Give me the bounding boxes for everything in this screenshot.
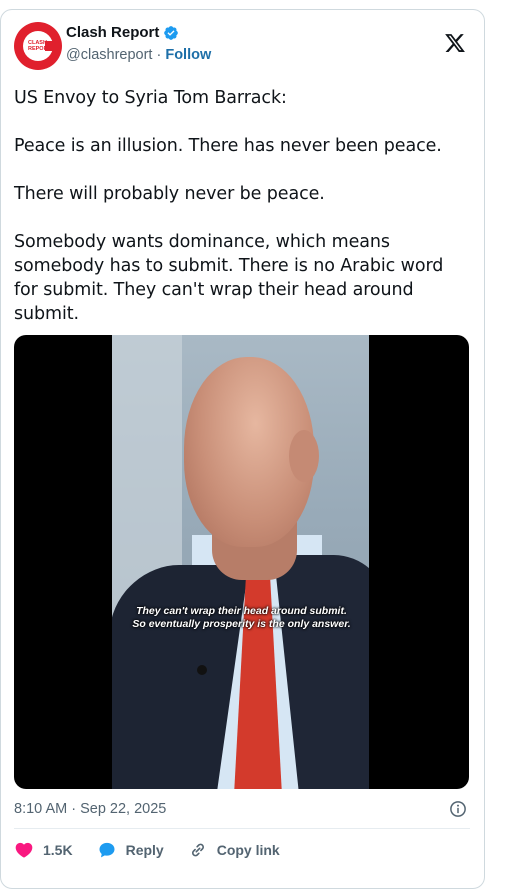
handle-separator: · [152,47,166,63]
avatar[interactable]: CLASH REPORT [14,22,62,70]
author-name[interactable]: Clash Report [66,24,159,41]
divider [14,828,470,829]
video-media[interactable]: They can't wrap their head around submit… [14,335,469,789]
info-icon[interactable] [449,800,467,818]
link-icon [191,843,204,857]
reply-label: Reply [125,842,164,858]
heart-icon [15,842,33,858]
action-bar: 1.5K Reply Copy link [14,839,304,861]
copy-link-label: Copy link [216,842,280,858]
avatar-logo-text: CLASH REPORT [28,40,51,52]
follow-button[interactable]: Follow [165,47,211,63]
like-button[interactable]: 1.5K [14,840,73,860]
x-logo-icon[interactable] [444,32,466,54]
like-count: 1.5K [43,842,73,858]
tweet-text: US Envoy to Syria Tom Barrack: Peace is … [14,88,444,324]
author-handle[interactable]: @clashreport [66,47,152,63]
reply-button[interactable]: Reply [97,840,164,860]
reply-bubble-icon [99,842,115,858]
tweet-timestamp[interactable]: 8:10 AM · Sep 22, 2025 [14,801,166,817]
copy-link-button[interactable]: Copy link [188,840,280,860]
verified-badge-icon [164,25,179,40]
tweet-header: CLASH REPORT Clash Report @clashreport ·… [14,22,470,74]
tweet-card: CLASH REPORT Clash Report @clashreport ·… [0,9,485,889]
video-caption: They can't wrap their head around submit… [132,605,351,630]
video-frame [112,335,369,789]
